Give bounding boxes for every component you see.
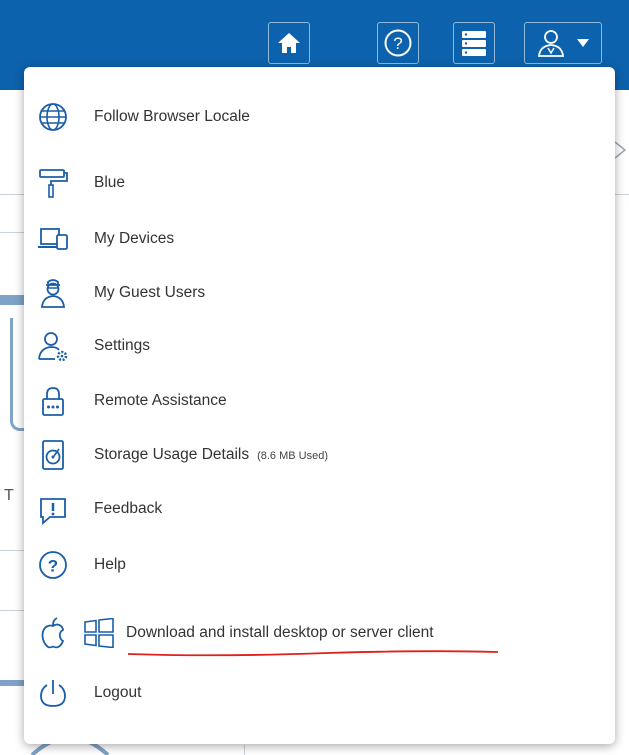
red-annotation-underline bbox=[128, 650, 499, 657]
apple-icon bbox=[36, 616, 70, 650]
menu-item-follow-browser-locale[interactable]: Follow Browser Locale bbox=[24, 93, 615, 141]
menu-item-my-guest-users[interactable]: My Guest Users bbox=[24, 269, 615, 317]
paint-roller-icon bbox=[36, 166, 70, 200]
background-shape bbox=[0, 295, 24, 305]
background-shape bbox=[0, 680, 24, 686]
home-icon bbox=[276, 31, 302, 55]
divider bbox=[0, 610, 24, 611]
windows-icon bbox=[82, 616, 116, 650]
feedback-icon bbox=[36, 492, 70, 526]
storage-usage-label: Storage Usage Details bbox=[94, 446, 250, 463]
menu-item-storage-usage[interactable]: Storage Usage Details (8.6 MB Used) bbox=[24, 431, 615, 479]
menu-item-remote-assistance[interactable]: Remote Assistance bbox=[24, 377, 615, 425]
divider bbox=[0, 550, 24, 551]
menu-item-label: My Guest Users bbox=[94, 284, 206, 301]
svg-text:?: ? bbox=[393, 34, 402, 53]
storage-usage-amount: (8.6 MB Used) bbox=[257, 450, 329, 462]
storage-disk-icon bbox=[36, 438, 70, 472]
menu-item-logout[interactable]: Logout bbox=[24, 669, 615, 717]
help-icon: ? bbox=[383, 28, 413, 58]
menu-item-feedback[interactable]: Feedback bbox=[24, 485, 615, 533]
menu-item-label: My Devices bbox=[94, 230, 175, 247]
menu-item-help[interactable]: ? Help bbox=[24, 541, 615, 589]
divider bbox=[0, 232, 24, 233]
help-circle-icon: ? bbox=[36, 548, 70, 582]
menu-item-settings[interactable]: Settings bbox=[24, 322, 615, 370]
user-settings-icon bbox=[36, 329, 70, 363]
menu-item-my-devices[interactable]: My Devices bbox=[24, 215, 615, 263]
power-icon bbox=[36, 676, 70, 710]
menu-item-label: Logout bbox=[94, 684, 142, 701]
devices-icon bbox=[36, 222, 70, 256]
menu-item-label: Remote Assistance bbox=[94, 392, 227, 409]
divider bbox=[244, 745, 245, 755]
menu-item-label: Help bbox=[94, 556, 126, 573]
menu-item-label: Download and install desktop or server c… bbox=[126, 624, 434, 641]
user-account-icon bbox=[536, 28, 570, 58]
svg-text:?: ? bbox=[48, 557, 58, 576]
guest-user-icon bbox=[36, 276, 70, 310]
menu-item-theme-blue[interactable]: Blue bbox=[24, 159, 615, 207]
menu-item-label: Storage Usage Details (8.6 MB Used) bbox=[94, 446, 328, 464]
menu-item-label: Follow Browser Locale bbox=[94, 108, 250, 125]
lock-icon bbox=[36, 384, 70, 418]
menu-item-label: Settings bbox=[94, 337, 151, 354]
menu-item-label: Feedback bbox=[94, 500, 163, 517]
help-button[interactable]: ? bbox=[377, 22, 419, 64]
background-text: T bbox=[4, 487, 14, 504]
user-dropdown-menu: Follow Browser Locale Blue My Devices My… bbox=[24, 67, 615, 744]
globe-icon bbox=[36, 100, 70, 134]
servers-button[interactable] bbox=[453, 22, 495, 64]
menu-item-label: Blue bbox=[94, 174, 126, 191]
home-button[interactable] bbox=[268, 22, 310, 64]
caret-down-icon bbox=[576, 38, 590, 48]
servers-icon bbox=[460, 29, 488, 57]
user-account-menu-button[interactable] bbox=[524, 22, 602, 64]
